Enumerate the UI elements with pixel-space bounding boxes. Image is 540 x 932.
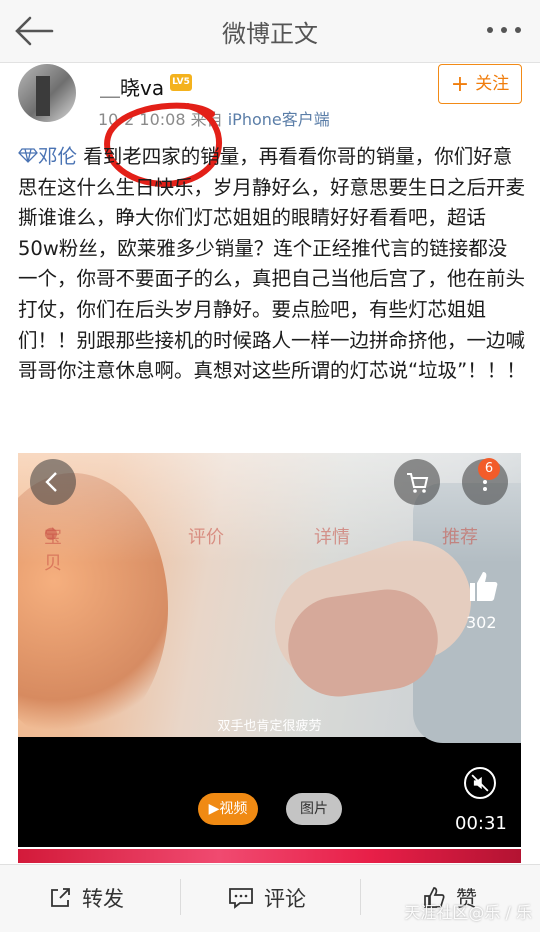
mute-icon[interactable] <box>464 767 496 799</box>
comment-button[interactable]: 评论 <box>228 883 306 913</box>
avatar[interactable] <box>18 64 76 122</box>
divider <box>360 879 361 915</box>
topic-tag[interactable]: 邓伦 <box>18 145 77 168</box>
level-badge: LV5 <box>170 74 192 91</box>
cart-count-badge: 6 <box>478 458 500 480</box>
divider-strip <box>18 849 521 863</box>
post-body: 邓伦 看到老四家的销量，再看看你哥的销量，你们好意思在这什么生日快乐，岁月静好么… <box>18 142 526 387</box>
video-label: 视频 <box>219 801 248 817</box>
follow-button[interactable]: + 关注 <box>438 64 522 104</box>
share-icon <box>51 888 70 907</box>
author-name[interactable]: ＿晓va <box>100 72 164 101</box>
repost-label: 转发 <box>82 887 124 911</box>
divider <box>180 879 181 915</box>
comment-label: 评论 <box>264 887 306 911</box>
follow-label: 关注 <box>475 74 510 94</box>
cart-icon <box>407 473 429 493</box>
play-icon: ▶ <box>208 801 220 817</box>
tab-item[interactable]: 评价 <box>188 523 224 549</box>
video-back-button[interactable] <box>30 459 76 505</box>
source-client[interactable]: iPhone客户端 <box>228 110 330 129</box>
post-text: 看到老四家的销量，再看看你哥的销量，你们好意思在这什么生日快乐，岁月静好么，好意… <box>18 145 526 383</box>
thumbs-up-icon[interactable] <box>464 569 500 603</box>
more-options-icon[interactable] <box>484 20 524 40</box>
like-count: 302 <box>466 613 497 632</box>
tab-item[interactable]: 推荐 <box>442 523 478 549</box>
media-player[interactable]: 6 ● 宝贝 评价 详情 推荐 302 双手也肯定很疲劳 ▶视频 图片 00:31 <box>18 453 521 847</box>
watermark: 天涯社区@乐 / 乐 <box>404 903 532 922</box>
video-frame: 6 ● 宝贝 评价 详情 推荐 302 双手也肯定很疲劳 <box>18 453 521 743</box>
product-tabs: ● 宝贝 评价 详情 推荐 <box>18 523 521 574</box>
video-duration: 00:31 <box>455 813 507 834</box>
page-title: 微博正文 <box>222 20 318 48</box>
picture-toggle-button[interactable]: 图片 <box>286 793 342 825</box>
diamond-icon <box>18 148 38 163</box>
video-caption: 双手也肯定很疲劳 <box>217 719 322 734</box>
chevron-left-icon <box>45 472 57 492</box>
plus-icon: + <box>450 72 470 97</box>
topic-tag-label: 邓伦 <box>38 145 78 168</box>
repost-button[interactable]: 转发 <box>48 883 124 913</box>
cart-button[interactable] <box>394 459 440 505</box>
tab-label: 宝贝 <box>44 527 62 574</box>
top-nav-bar: 微博正文 <box>0 0 540 63</box>
tab-item[interactable]: 详情 <box>314 523 350 549</box>
video-toggle-button[interactable]: ▶视频 <box>198 793 258 825</box>
comment-icon <box>229 888 253 909</box>
bottom-action-bar: 转发 评论 赞 天涯社区@乐 / 乐 <box>0 864 540 932</box>
